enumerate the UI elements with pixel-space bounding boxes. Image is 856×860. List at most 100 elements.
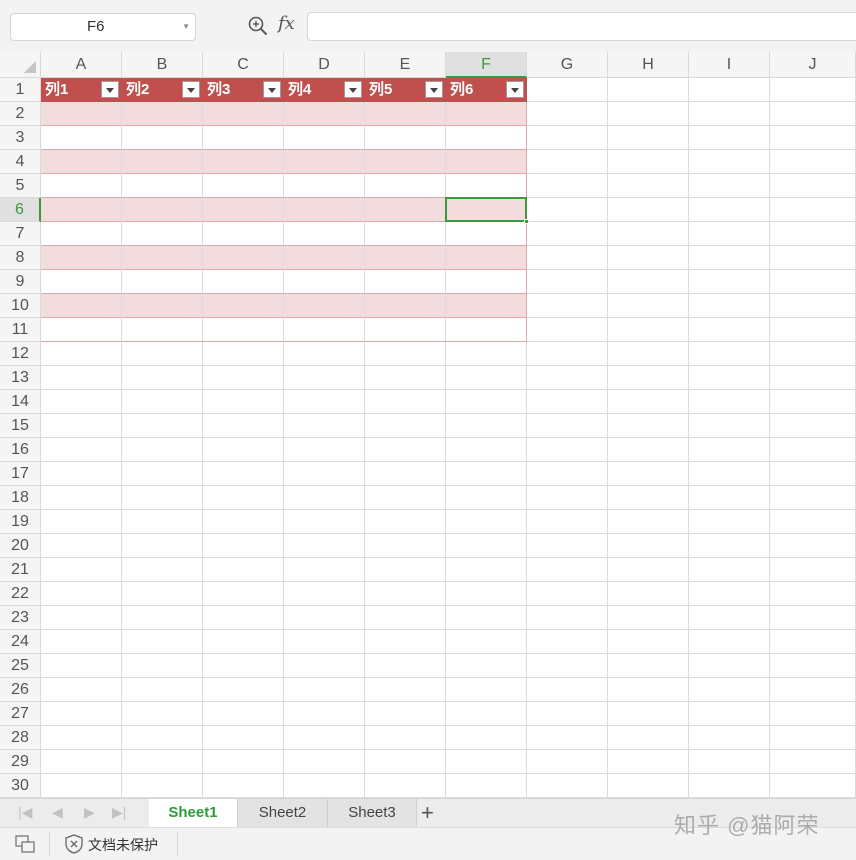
cell-i1[interactable] — [689, 78, 770, 102]
cell-d22[interactable] — [284, 582, 365, 606]
cell-g12[interactable] — [527, 342, 608, 366]
cell-j3[interactable] — [770, 126, 856, 150]
cell-d18[interactable] — [284, 486, 365, 510]
cell-i18[interactable] — [689, 486, 770, 510]
row-header-29[interactable]: 29 — [0, 750, 41, 774]
cell-g8[interactable] — [527, 246, 608, 270]
cell-b14[interactable] — [122, 390, 203, 414]
column-header-d[interactable]: D — [284, 52, 365, 78]
row-header-18[interactable]: 18 — [0, 486, 41, 510]
cell-h8[interactable] — [608, 246, 689, 270]
cell-d6[interactable] — [284, 198, 365, 222]
cell-c17[interactable] — [203, 462, 284, 486]
row-header-2[interactable]: 2 — [0, 102, 41, 126]
cell-j19[interactable] — [770, 510, 856, 534]
cell-e30[interactable] — [365, 774, 446, 798]
cell-d15[interactable] — [284, 414, 365, 438]
cell-b29[interactable] — [122, 750, 203, 774]
cell-g19[interactable] — [527, 510, 608, 534]
cell-c22[interactable] — [203, 582, 284, 606]
cell-f8[interactable] — [446, 246, 527, 270]
row-header-20[interactable]: 20 — [0, 534, 41, 558]
cell-e11[interactable] — [365, 318, 446, 342]
cell-h6[interactable] — [608, 198, 689, 222]
cell-a21[interactable] — [41, 558, 122, 582]
filter-dropdown-icon[interactable] — [506, 81, 524, 98]
cell-f15[interactable] — [446, 414, 527, 438]
cell-c11[interactable] — [203, 318, 284, 342]
cell-i21[interactable] — [689, 558, 770, 582]
cell-e20[interactable] — [365, 534, 446, 558]
zoom-icon[interactable] — [247, 15, 269, 37]
cell-f26[interactable] — [446, 678, 527, 702]
cell-g28[interactable] — [527, 726, 608, 750]
cell-a27[interactable] — [41, 702, 122, 726]
cell-j13[interactable] — [770, 366, 856, 390]
cell-i26[interactable] — [689, 678, 770, 702]
cell-b11[interactable] — [122, 318, 203, 342]
add-sheet-button[interactable]: + — [421, 799, 434, 826]
cell-b27[interactable] — [122, 702, 203, 726]
cell-c8[interactable] — [203, 246, 284, 270]
cell-e9[interactable] — [365, 270, 446, 294]
cell-i29[interactable] — [689, 750, 770, 774]
cell-e8[interactable] — [365, 246, 446, 270]
cell-h13[interactable] — [608, 366, 689, 390]
name-box[interactable]: F6 ▼ — [10, 13, 196, 41]
cell-a16[interactable] — [41, 438, 122, 462]
cell-b12[interactable] — [122, 342, 203, 366]
cell-i13[interactable] — [689, 366, 770, 390]
table-header-cell[interactable]: 列2 — [122, 78, 203, 102]
cell-c18[interactable] — [203, 486, 284, 510]
cell-b15[interactable] — [122, 414, 203, 438]
cell-e10[interactable] — [365, 294, 446, 318]
cell-f4[interactable] — [446, 150, 527, 174]
cell-a12[interactable] — [41, 342, 122, 366]
row-header-12[interactable]: 12 — [0, 342, 41, 366]
cell-g2[interactable] — [527, 102, 608, 126]
cell-a15[interactable] — [41, 414, 122, 438]
cell-a20[interactable] — [41, 534, 122, 558]
cell-f17[interactable] — [446, 462, 527, 486]
cell-f7[interactable] — [446, 222, 527, 246]
cell-h25[interactable] — [608, 654, 689, 678]
cell-c25[interactable] — [203, 654, 284, 678]
cell-i4[interactable] — [689, 150, 770, 174]
cell-a2[interactable] — [41, 102, 122, 126]
row-header-30[interactable]: 30 — [0, 774, 41, 798]
cell-h24[interactable] — [608, 630, 689, 654]
prev-sheet-icon[interactable]: ◀ — [52, 804, 63, 821]
cell-b3[interactable] — [122, 126, 203, 150]
cell-c16[interactable] — [203, 438, 284, 462]
cell-j9[interactable] — [770, 270, 856, 294]
row-header-10[interactable]: 10 — [0, 294, 41, 318]
cell-e29[interactable] — [365, 750, 446, 774]
cell-d29[interactable] — [284, 750, 365, 774]
cell-i22[interactable] — [689, 582, 770, 606]
cell-e23[interactable] — [365, 606, 446, 630]
row-header-1[interactable]: 1 — [0, 78, 41, 102]
cell-f10[interactable] — [446, 294, 527, 318]
cell-d11[interactable] — [284, 318, 365, 342]
cell-f9[interactable] — [446, 270, 527, 294]
cell-f2[interactable] — [446, 102, 527, 126]
cell-i10[interactable] — [689, 294, 770, 318]
cell-c29[interactable] — [203, 750, 284, 774]
row-header-7[interactable]: 7 — [0, 222, 41, 246]
cell-c20[interactable] — [203, 534, 284, 558]
row-header-24[interactable]: 24 — [0, 630, 41, 654]
cell-j28[interactable] — [770, 726, 856, 750]
view-mode-icon[interactable] — [14, 834, 36, 854]
cell-a23[interactable] — [41, 606, 122, 630]
cell-a8[interactable] — [41, 246, 122, 270]
cell-b18[interactable] — [122, 486, 203, 510]
cell-b20[interactable] — [122, 534, 203, 558]
row-header-14[interactable]: 14 — [0, 390, 41, 414]
filter-dropdown-icon[interactable] — [425, 81, 443, 98]
cell-a22[interactable] — [41, 582, 122, 606]
cell-a24[interactable] — [41, 630, 122, 654]
cell-b30[interactable] — [122, 774, 203, 798]
cell-j12[interactable] — [770, 342, 856, 366]
cell-i9[interactable] — [689, 270, 770, 294]
cell-h22[interactable] — [608, 582, 689, 606]
